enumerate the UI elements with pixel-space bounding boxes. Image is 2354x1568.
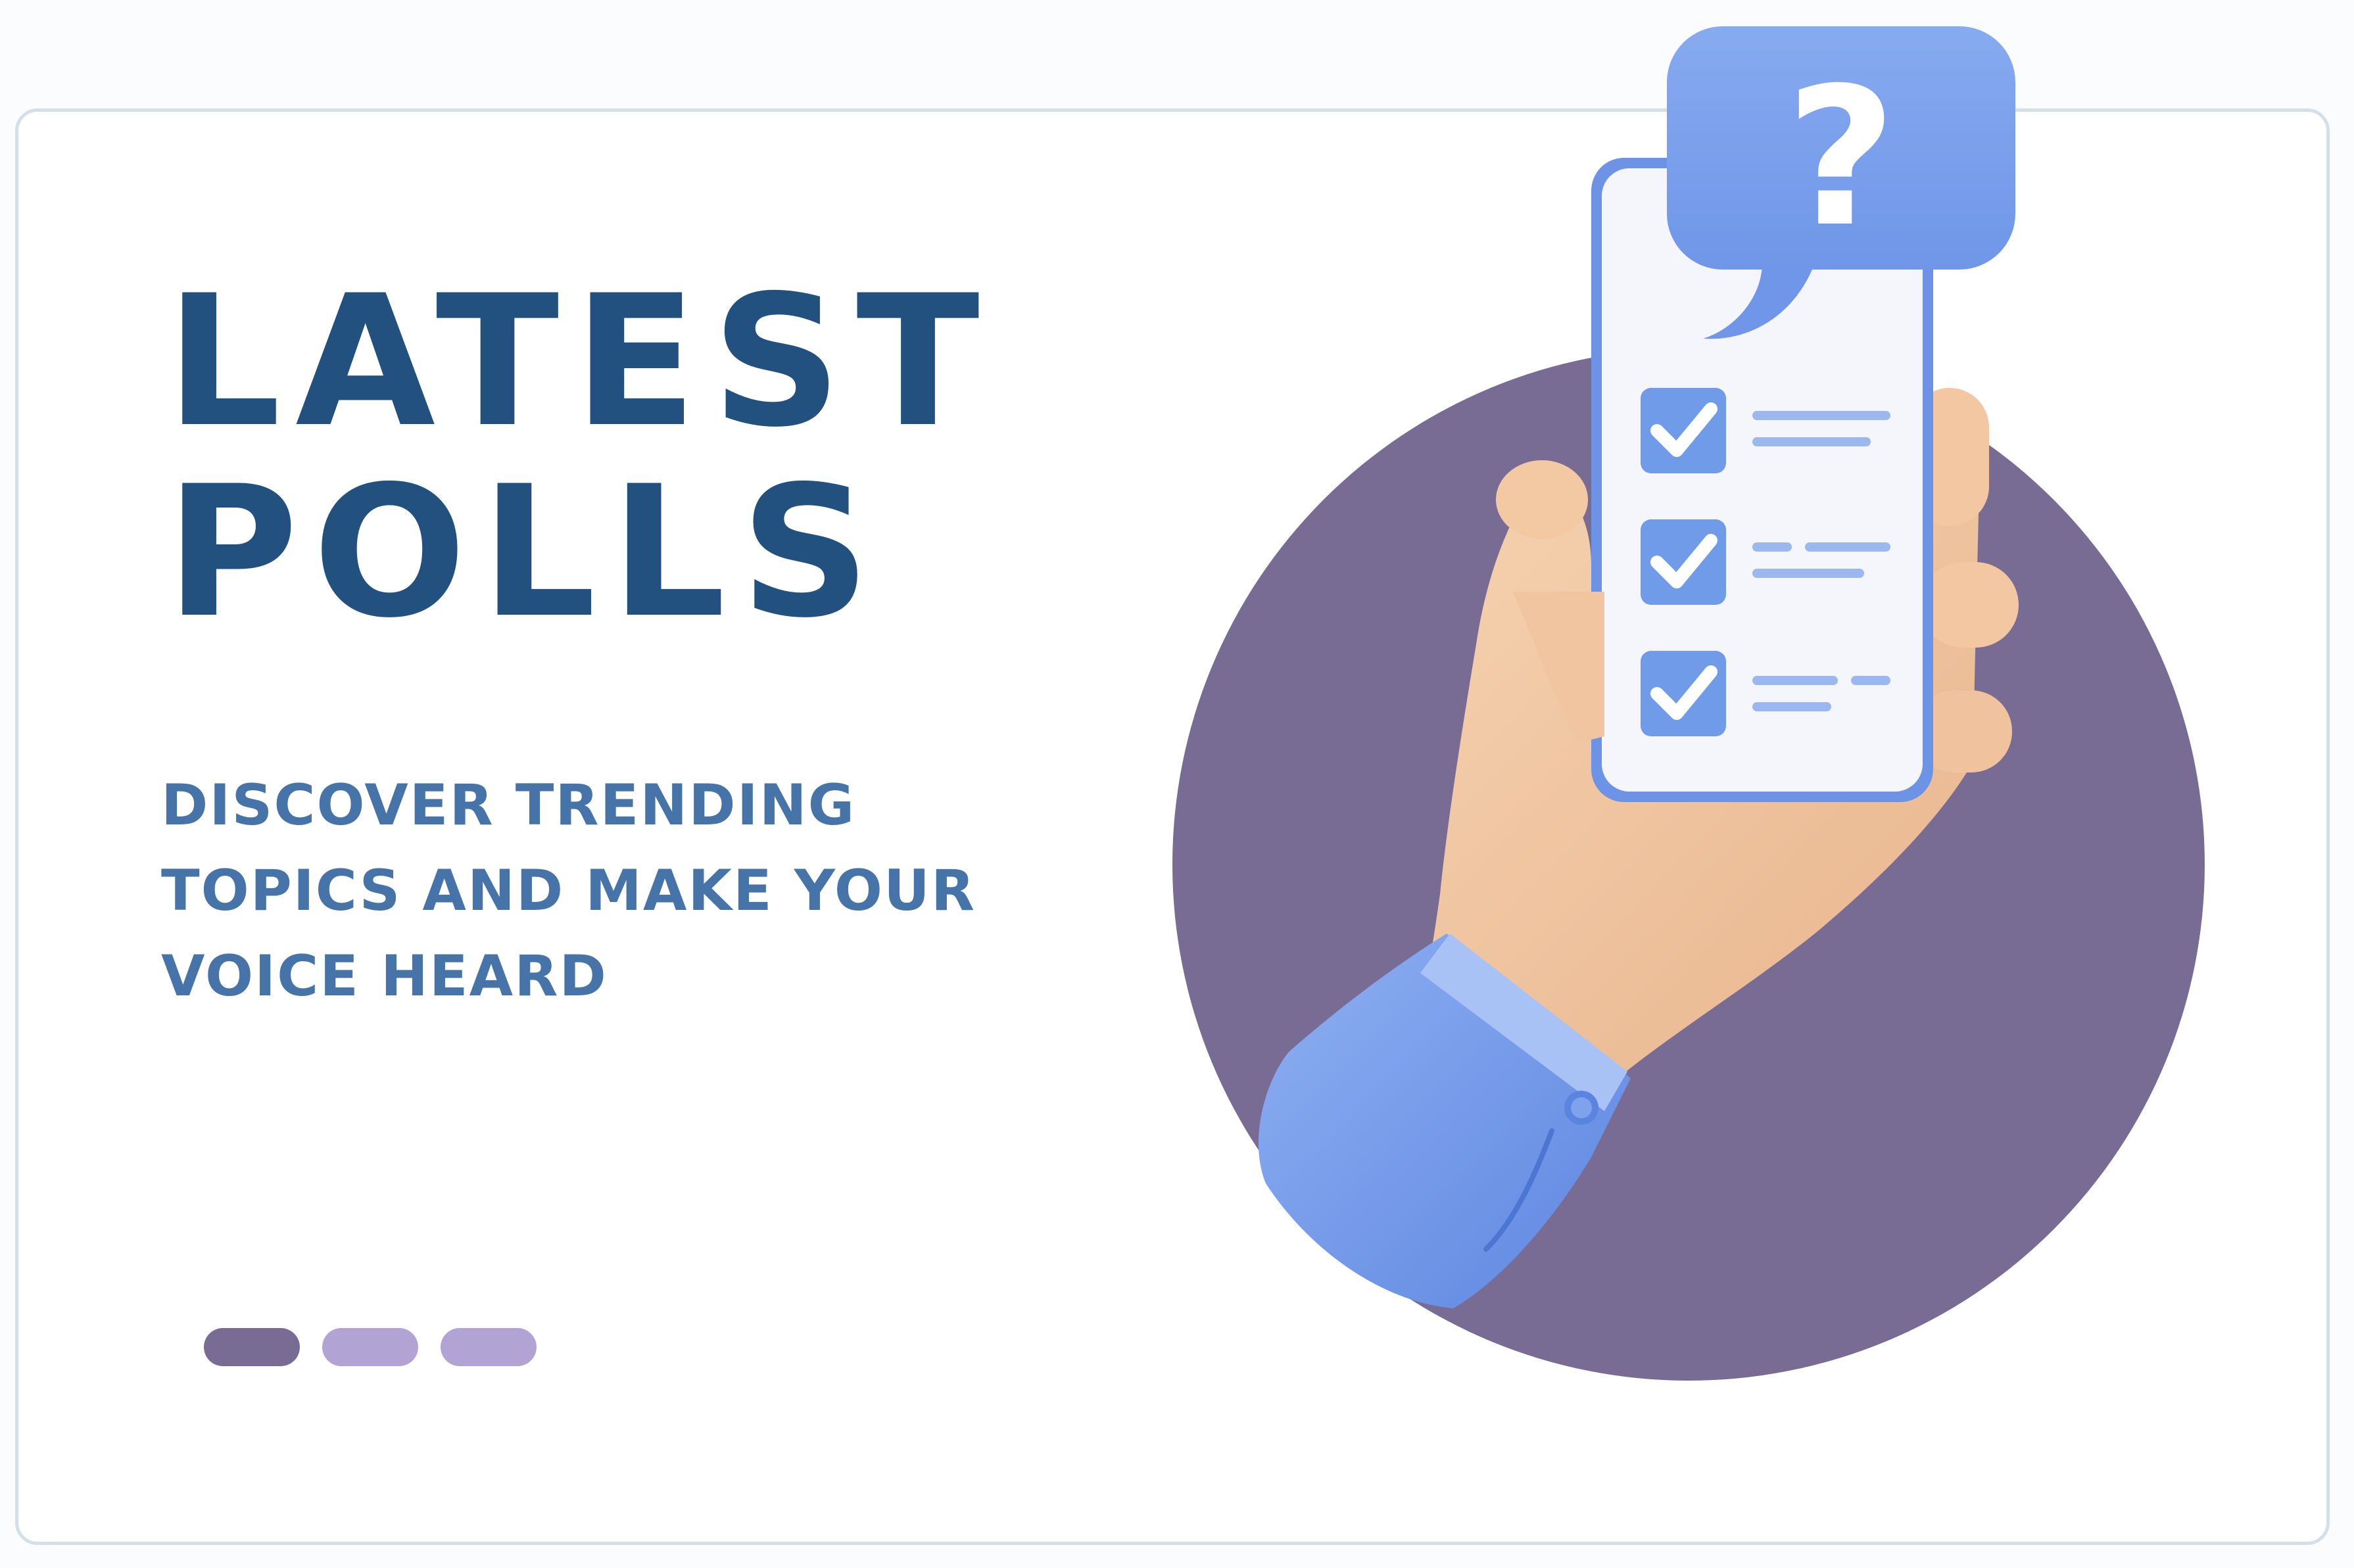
subtitle-line-1: DISCOVER TRENDING: [161, 772, 856, 838]
poll-illustration-svg: ?: [1172, 26, 2205, 1381]
question-mark: ?: [1786, 47, 1896, 269]
title-line-2: POLLS: [166, 447, 885, 657]
carousel-dot-3[interactable]: [441, 1328, 537, 1366]
title-line-1: LATEST: [166, 256, 994, 467]
page-title: LATEST POLLS: [166, 266, 994, 648]
subtitle-line-3: VOICE HEARD: [161, 943, 608, 1009]
carousel-dot-2[interactable]: [322, 1328, 418, 1366]
carousel-indicators: [204, 1328, 537, 1366]
poll-illustration: ?: [1170, 20, 2222, 1394]
carousel-dot-1[interactable]: [204, 1328, 300, 1366]
subtitle-line-2: TOPICS AND MAKE YOUR: [161, 858, 976, 924]
page-subtitle: DISCOVER TRENDING TOPICS AND MAKE YOUR V…: [161, 763, 976, 1019]
page: LATEST POLLS DISCOVER TRENDING TOPICS AN…: [0, 0, 2354, 1568]
